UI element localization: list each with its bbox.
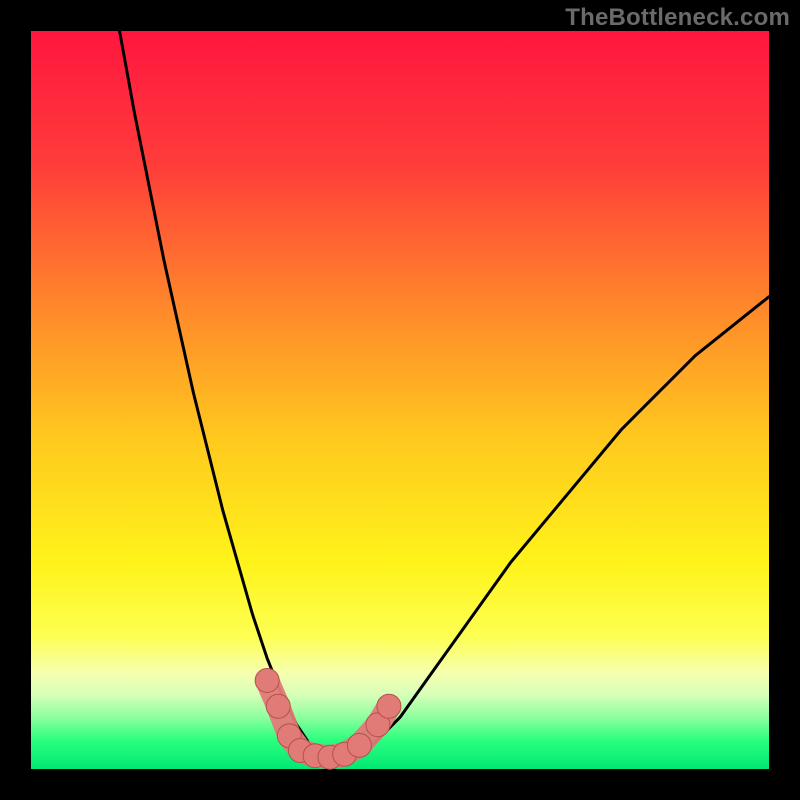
- marker-dot: [377, 694, 401, 718]
- curve-layer: [31, 31, 769, 769]
- chart-frame: TheBottleneck.com: [0, 0, 800, 800]
- watermark-text: TheBottleneck.com: [565, 4, 790, 32]
- marker-dot: [255, 668, 279, 692]
- marker-dot: [266, 694, 290, 718]
- bottleneck-curve: [120, 31, 769, 758]
- plot-area: [31, 31, 769, 769]
- marker-dot: [347, 733, 371, 757]
